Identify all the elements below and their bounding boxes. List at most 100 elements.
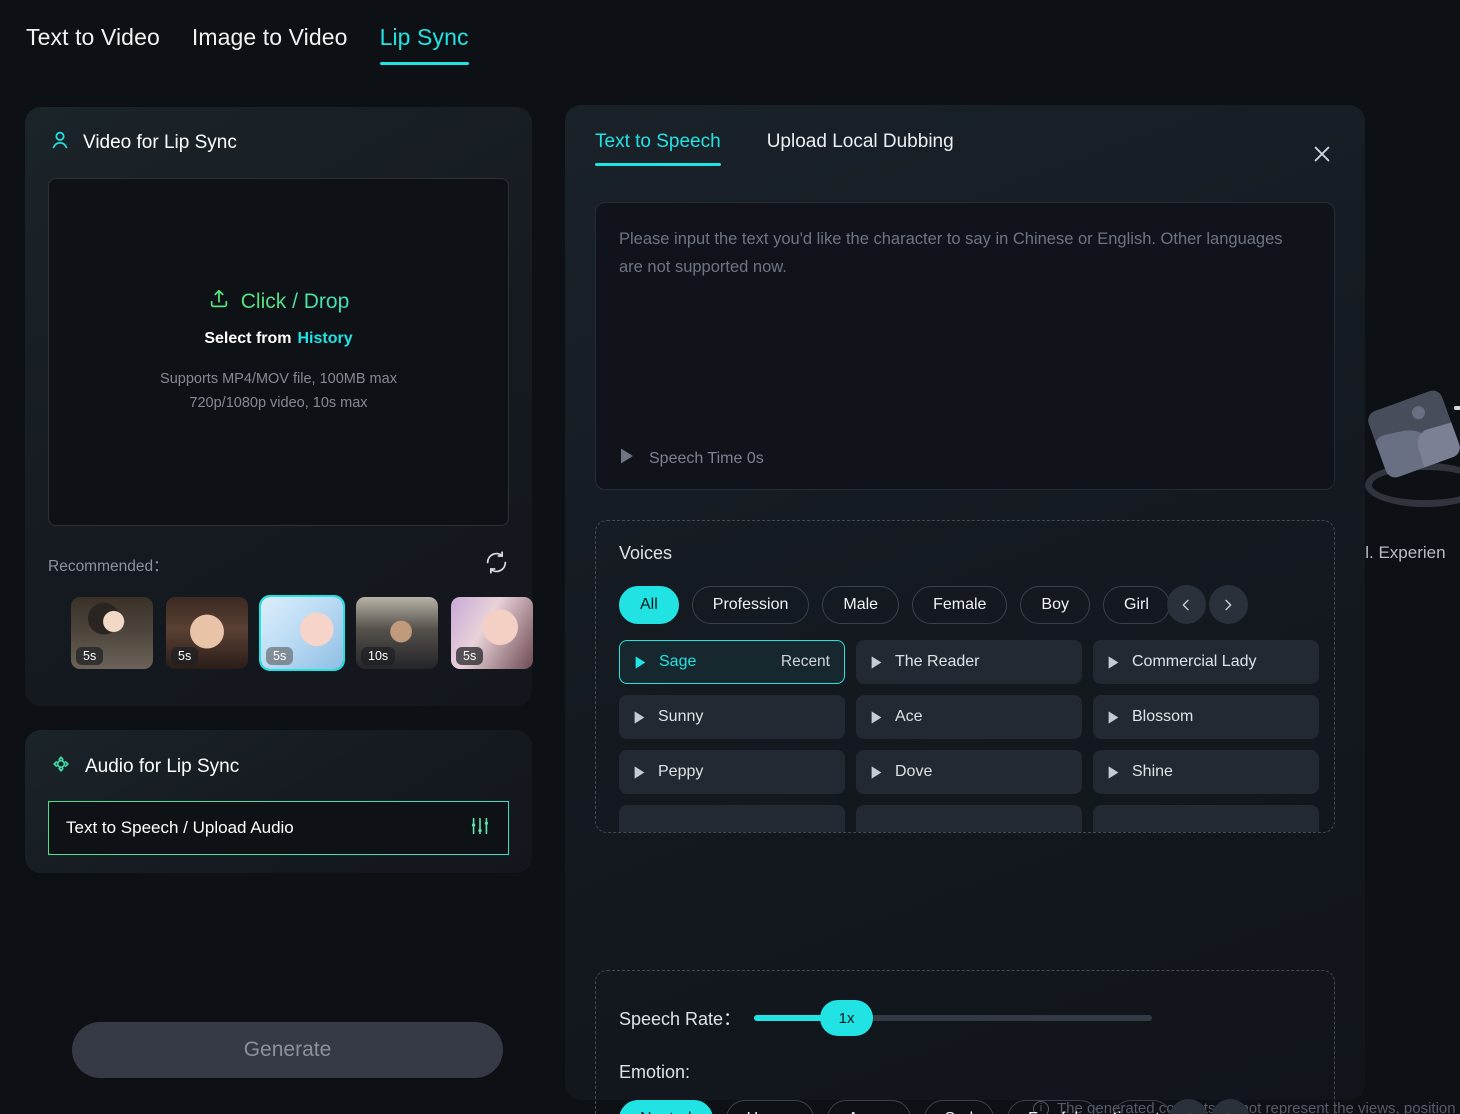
play-icon (871, 710, 882, 724)
duration-badge: 5s (76, 647, 104, 665)
voice-item[interactable] (856, 805, 1082, 832)
dropzone-note-line2: 720p/1080p video, 10s max (189, 395, 368, 411)
filter-chip-girl[interactable]: Girl (1103, 585, 1170, 624)
voice-item[interactable]: Blossom (1093, 695, 1319, 739)
history-link[interactable]: History (298, 330, 353, 347)
voice-name: Blossom (1132, 708, 1194, 725)
audio-for-lip-sync-panel: Audio for Lip Sync Text to Speech / Uplo… (25, 730, 532, 873)
thumbnail-item[interactable]: 5s (451, 597, 533, 669)
thumbnail-item[interactable]: 5s (166, 597, 248, 669)
filter-chip-male[interactable]: Male (822, 585, 900, 624)
filter-chip-all[interactable]: All (619, 585, 679, 624)
voice-item[interactable] (619, 805, 845, 832)
tts-textarea[interactable]: Please input the text you'd like the cha… (595, 202, 1335, 490)
speech-rate-slider[interactable]: 1x (754, 1000, 1153, 1036)
play-icon (1108, 710, 1119, 724)
emotion-chip-angry[interactable]: Angry (826, 1099, 911, 1114)
play-icon (1108, 765, 1119, 779)
play-icon (634, 710, 645, 724)
chevron-left-icon[interactable] (1166, 585, 1206, 624)
emotion-chip-fearful[interactable]: Fearful (1007, 1099, 1099, 1114)
play-icon (1108, 655, 1119, 669)
slider-knob[interactable]: 1x (820, 1000, 874, 1036)
play-icon (635, 655, 646, 669)
filter-chip-female[interactable]: Female (912, 585, 1008, 624)
voice-item[interactable]: Peppy (619, 750, 845, 794)
select-from-history-row: Select from History (204, 330, 352, 348)
tab-upload-local-dubbing[interactable]: Upload Local Dubbing (767, 131, 954, 166)
refresh-icon[interactable] (484, 550, 509, 580)
duration-badge: 5s (266, 647, 294, 665)
voice-name: Commercial Lady (1132, 653, 1257, 670)
speech-settings-section: Speech Rate： 1x Emotion: Neutral Happy A… (595, 970, 1335, 1114)
equalizer-icon[interactable] (469, 815, 491, 842)
voice-name: Dove (895, 763, 933, 780)
video-panel-header: Video for Lip Sync (25, 107, 532, 156)
chevron-left-icon[interactable] (1168, 1099, 1208, 1114)
sparkle-icon (1454, 399, 1460, 417)
select-from-label: Select from (204, 330, 292, 348)
illustration-dot (1410, 404, 1427, 422)
voice-name: Sunny (658, 708, 704, 725)
dropzone-note: Supports MP4/MOV file, 100MB max 720p/10… (160, 368, 397, 416)
speech-rate-label: Speech Rate： (619, 1009, 742, 1029)
audio-source-field[interactable]: Text to Speech / Upload Audio (48, 801, 509, 855)
app-root: ial. Experien i The generated contents d… (0, 0, 1460, 1114)
voice-item[interactable] (1093, 805, 1319, 832)
emotion-chip-disgusted[interactable]: Disgusted (1111, 1099, 1172, 1114)
audio-target-icon (49, 752, 73, 781)
recommended-header: Recommended： (48, 550, 509, 580)
chevron-right-icon[interactable] (1208, 585, 1248, 624)
voice-item[interactable]: Sunny (619, 695, 845, 739)
close-icon[interactable] (1307, 139, 1337, 169)
voice-list: Sage Recent The Reader Commercial Lady S… (619, 640, 1334, 832)
top-tabbar: Text to Video Image to Video Lip Sync (26, 24, 469, 65)
voice-name: The Reader (895, 653, 980, 670)
tts-footer: Speech Time 0s (619, 447, 764, 470)
speech-rate-row: Speech Rate： 1x (619, 1000, 1334, 1036)
play-icon (634, 765, 645, 779)
voice-filter-chips: All Profession Male Female Boy Girl (619, 585, 1334, 624)
tab-lip-sync[interactable]: Lip Sync (379, 24, 469, 65)
panel-tabbar: Text to Speech Upload Local Dubbing (565, 105, 1365, 166)
voice-item-selected[interactable]: Sage Recent (619, 640, 845, 684)
left-column: Video for Lip Sync Click / Drop Select f… (25, 107, 533, 873)
voice-item[interactable]: Ace (856, 695, 1082, 739)
text-to-speech-panel: Text to Speech Upload Local Dubbing Plea… (565, 105, 1365, 1114)
voice-item[interactable]: Commercial Lady (1093, 640, 1319, 684)
voices-section: Voices All Profession Male Female Boy Gi… (595, 520, 1335, 833)
play-icon (871, 765, 882, 779)
audio-panel-header: Audio for Lip Sync (25, 730, 532, 781)
thumbnail-item-selected[interactable]: 5s (259, 595, 345, 671)
dropzone-note-line1: Supports MP4/MOV file, 100MB max (160, 371, 397, 388)
emotion-label: Emotion: (619, 1062, 691, 1082)
voice-name: Ace (895, 708, 923, 725)
generate-button[interactable]: Generate (72, 1022, 503, 1078)
thumbnail-item[interactable]: 5s (71, 597, 153, 669)
tab-image-to-video[interactable]: Image to Video (192, 24, 348, 65)
filter-chip-profession[interactable]: Profession (691, 585, 810, 624)
tab-text-to-video[interactable]: Text to Video (26, 24, 160, 65)
click-drop-row[interactable]: Click / Drop (208, 288, 350, 316)
duration-badge: 5s (456, 647, 484, 665)
audio-panel-title: Audio for Lip Sync (85, 755, 240, 777)
filter-chip-boy[interactable]: Boy (1020, 585, 1090, 624)
recommended-label: Recommended： (48, 558, 169, 575)
voice-item[interactable]: Dove (856, 750, 1082, 794)
emotion-chip-happy[interactable]: Happy (725, 1099, 814, 1114)
emotion-chip-neutral[interactable]: Neutral (619, 1099, 713, 1114)
video-dropzone[interactable]: Click / Drop Select from History Supports… (48, 178, 509, 526)
voice-tag: Recent (780, 653, 830, 670)
tab-text-to-speech[interactable]: Text to Speech (595, 131, 721, 166)
duration-badge: 10s (361, 647, 396, 665)
play-icon[interactable] (619, 447, 635, 470)
upload-icon (208, 288, 230, 316)
thumbnail-item[interactable]: 10s (356, 597, 438, 669)
voice-item[interactable]: The Reader (856, 640, 1082, 684)
emotion-chips: Neutral Happy Angry Sad Fearful Disguste… (619, 1099, 1334, 1114)
click-drop-label: Click / Drop (240, 290, 350, 314)
voice-item[interactable]: Shine (1093, 750, 1319, 794)
emotion-chip-sad[interactable]: Sad (923, 1099, 995, 1114)
chevron-right-icon[interactable] (1210, 1099, 1250, 1114)
voices-title: Voices (619, 543, 673, 563)
